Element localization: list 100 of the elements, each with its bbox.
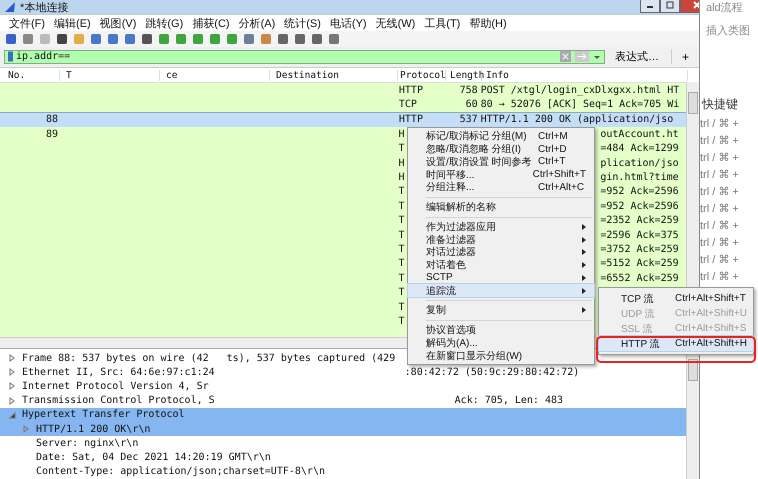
tree-row[interactable]: Ethernet II, Src: 64:6e:97:c1:24 :80:42:72 (50:9c:29:80:42:72) (0, 365, 688, 380)
column-header[interactable]: No. (0, 70, 60, 80)
table-cell: T (398, 230, 405, 241)
tree-row[interactable]: Date: Sat, 04 Dec 2021 14:20:19 GMT\r\n (0, 450, 688, 464)
shortcut-text: trl / ⌘ + (700, 168, 740, 181)
shortcut-text: trl / ⌘ + (700, 151, 740, 164)
minimize-button[interactable] (640, 0, 660, 13)
menu-item[interactable]: 编辑解析的名称 (408, 200, 594, 214)
menu-item[interactable]: TCP 流 Ctrl+Alt+Shift+T (599, 291, 753, 306)
menu-item[interactable]: 捕获(C) (189, 16, 236, 30)
tree-text: Ethernet II, Src: 64:6e:97:c1:24 (22, 366, 215, 378)
tree-text: HTTP/1.1 200 OK\r\n (36, 424, 150, 435)
submenu-arrow-icon (582, 307, 586, 314)
table-cell: 60 (466, 99, 478, 110)
shortcut-text: trl / ⌘ + (700, 236, 740, 249)
menu-item[interactable]: 时间平移... Ctrl+Shift+T (408, 168, 594, 181)
menu-item[interactable]: 编辑(E) (51, 16, 97, 30)
shortcut-text: trl / ⌘ + (700, 219, 740, 232)
table-cell: =3752 Ack=259 (600, 244, 679, 255)
packet-row[interactable]: TCP 60 80 → 52076 [ACK] Seq=1 Ack=705 Wi (0, 97, 686, 112)
shortcut-text: trl / ⌘ + (700, 202, 740, 215)
table-cell: gin.html?time (600, 172, 679, 184)
shortcut-text: trl / ⌘ + (700, 185, 740, 198)
menu-item[interactable]: 在新窗口显示分组(W) (408, 349, 594, 362)
tree-text: Ack: 705, Len: 483 (454, 395, 564, 406)
table-cell: T (398, 143, 405, 154)
column-header[interactable]: Length (446, 70, 482, 80)
tree-text: Transmission Control Protocol, S (22, 395, 215, 406)
minimize-icon (647, 6, 653, 8)
shortcut-text: trl / ⌘ + (700, 117, 740, 130)
menu-item[interactable]: 视图(V) (96, 16, 142, 30)
menu-item[interactable]: 忽略/取消忽略 分组(I) Ctrl+D (408, 142, 594, 156)
table-cell: 537 (460, 114, 478, 126)
table-cell: T (398, 302, 405, 313)
maximize-button[interactable] (660, 0, 680, 13)
tree-text: Server: nginx\r\n (36, 438, 138, 449)
menu-item[interactable]: 对话着色 (408, 258, 594, 272)
tree-text: ts), 537 bytes captured (429 (226, 352, 396, 364)
column-header[interactable]: T (60, 70, 160, 80)
column-header[interactable]: Info (482, 70, 688, 80)
table-cell: T (398, 316, 405, 327)
table-cell: =2596 Ack=375 (600, 230, 679, 241)
table-cell: =5152 Ack=259 (600, 258, 679, 270)
tree-row[interactable]: Server: nginx\r\n (0, 436, 688, 450)
tree-text: Content-Type: application/json;charset=UTF-8\r\n (36, 466, 325, 478)
tree-text: Internet Protocol Version 4, Sr (22, 380, 209, 392)
menu-item[interactable]: 分组注释... Ctrl+Alt+C (408, 181, 594, 194)
clear-icon[interactable] (560, 51, 571, 62)
table-cell: plication/jso (600, 158, 679, 169)
table-cell: 758 (460, 84, 478, 96)
menu-item[interactable]: 设置/取消设置 时间参考 Ctrl+T (408, 156, 594, 168)
table-cell: T (398, 258, 405, 270)
menu-item[interactable]: 跳转(G) (142, 16, 190, 30)
tree-text: :80:42:72 (50:9c:29:80:42:72) (404, 366, 580, 378)
menu-item[interactable]: 电话(Y) (326, 16, 373, 30)
table-cell: 80 → 52076 [ACK] Seq=1 Ack=705 Wi (480, 99, 680, 110)
table-cell: =2352 Ack=259 (600, 215, 679, 226)
page-heading: 快捷键 (702, 96, 739, 113)
menu-item[interactable]: 统计(S) (281, 16, 327, 30)
display-filter-field[interactable]: ip.addr== (4, 50, 605, 64)
menu-item[interactable]: 准备过滤器 (408, 233, 594, 246)
menu-item[interactable]: 文件(F) (6, 16, 52, 30)
tree-row[interactable]: Transmission Control Protocol, S Ack: 705, Len: 483 (0, 394, 688, 408)
menu-item[interactable]: 对话过滤器 (408, 246, 594, 259)
table-cell: POST /xtgl/login_cxDlxgxx.html HT (480, 84, 680, 96)
expand-icon[interactable] (22, 425, 30, 434)
bookmark-icon (8, 51, 13, 62)
menu-item[interactable]: 标记/取消标记 分组(M) Ctrl+M (408, 130, 594, 143)
maximize-icon (666, 2, 674, 8)
table-cell: HTTP (398, 114, 423, 126)
window-title: *本地连接 (20, 0, 68, 14)
packet-row[interactable]: 88 HTTP 537 HTTP/1.1 200 OK (application/jso (0, 112, 686, 128)
page-text: ald流程 (706, 0, 744, 15)
menu-item[interactable]: 分析(A) (236, 16, 282, 30)
collapse-icon[interactable] (8, 410, 16, 419)
expression-button[interactable]: 表达式… (608, 49, 672, 64)
table-cell: T (398, 186, 405, 198)
tree-text: Hypertext Transfer Protocol (22, 409, 185, 420)
menu-item[interactable]: 复制 (408, 304, 594, 317)
menu-item[interactable]: 协议首选项 (408, 324, 594, 336)
menu-item[interactable]: SCTP (408, 272, 594, 284)
packet-row[interactable]: HTTP 758 POST /xtgl/login_cxDlxgxx.html HT (0, 83, 686, 98)
menu-item[interactable]: 解码为(A)... (408, 336, 594, 350)
menu-item[interactable]: 帮助(H) (466, 16, 513, 30)
tree-row[interactable]: HTTP/1.1 200 OK\r\n (0, 422, 688, 436)
column-header[interactable]: Protocol (398, 70, 446, 80)
tree-row[interactable]: Hypertext Transfer Protocol (0, 408, 688, 422)
table-cell: H (398, 172, 405, 184)
column-header[interactable]: Destination (270, 70, 398, 80)
tree-row[interactable]: Internet Protocol Version 4, Sr (0, 379, 688, 394)
menu-item[interactable]: 作为过滤器应用 (408, 220, 594, 234)
menu-item[interactable]: 无线(W) (372, 16, 422, 30)
menu-item[interactable]: 工具(T) (421, 16, 466, 30)
shortcut-text: trl / ⌘ + (700, 253, 740, 266)
table-cell: =952 Ack=2596 (600, 200, 679, 212)
add-button[interactable]: + (676, 50, 695, 64)
column-header[interactable]: ce (160, 70, 270, 80)
menu-item[interactable]: 追踪流 (408, 284, 594, 297)
table-cell: TCP (398, 99, 417, 110)
tree-row[interactable]: Content-Type: application/json;charset=UTF-8\r\n (0, 464, 688, 479)
